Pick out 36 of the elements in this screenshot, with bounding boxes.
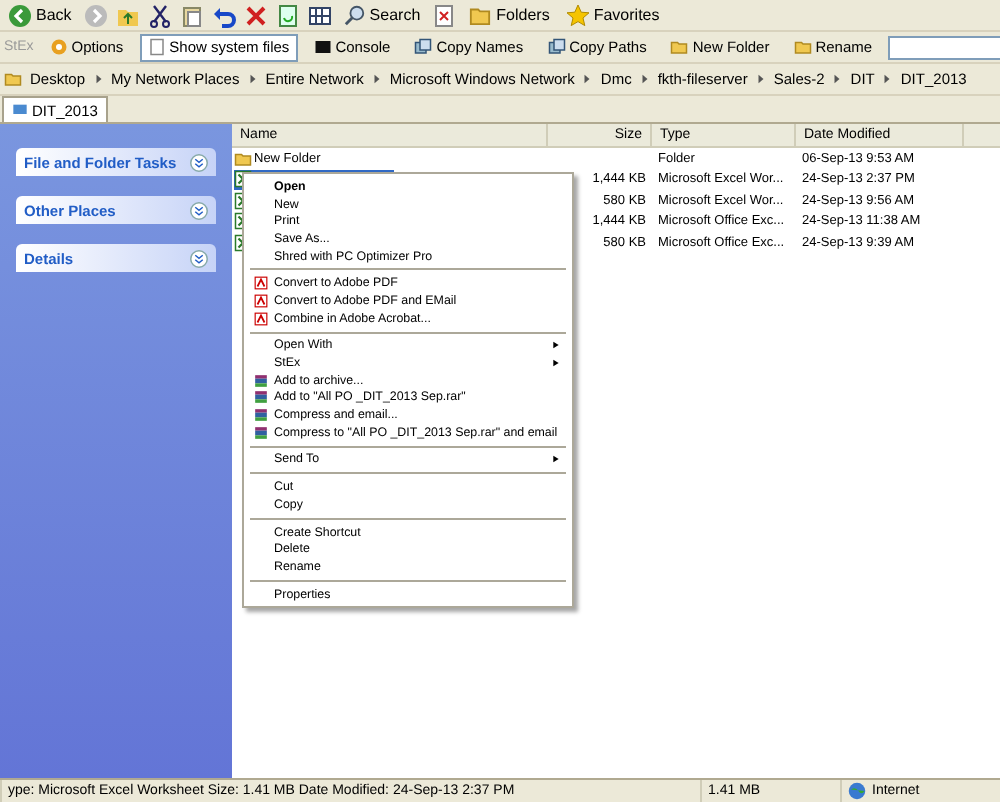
undo-icon [211, 3, 236, 27]
chevron-right-icon [639, 74, 650, 84]
chevron-right-icon [882, 74, 893, 84]
forward-icon [83, 3, 108, 27]
back-button[interactable]: Back [4, 1, 76, 29]
search-button[interactable]: Search [339, 1, 425, 29]
folders-button[interactable]: Folders [464, 1, 554, 29]
gear-icon [49, 38, 68, 56]
page-icon [147, 38, 166, 56]
globe-icon [848, 782, 866, 800]
chevron-right-icon [582, 74, 593, 84]
chevron-down-icon [190, 249, 208, 267]
folder-icon [793, 38, 812, 56]
pdf-icon [254, 311, 268, 326]
submenu-arrow-icon [552, 454, 560, 465]
document-icon [432, 3, 457, 27]
folder-icon [670, 38, 689, 56]
chevron-right-icon [371, 74, 382, 84]
console-icon [313, 38, 332, 56]
copy-icon [547, 38, 566, 56]
chevron-down-icon [190, 201, 208, 219]
close-icon [243, 3, 268, 27]
paste-icon [179, 3, 204, 27]
search-icon [343, 4, 366, 26]
star-icon [565, 3, 590, 27]
cut-icon [147, 3, 172, 27]
folder-icon [4, 70, 22, 88]
copy-icon [414, 38, 433, 56]
chevron-right-icon [755, 74, 766, 84]
chevron-right-icon [93, 74, 104, 84]
view-grid-icon [307, 3, 332, 27]
chevron-right-icon [832, 74, 843, 84]
chevron-down-icon [190, 153, 208, 171]
chevron-right-icon [247, 74, 258, 84]
folder-icon [468, 4, 493, 26]
favorites-button[interactable]: Favorites [561, 1, 664, 29]
